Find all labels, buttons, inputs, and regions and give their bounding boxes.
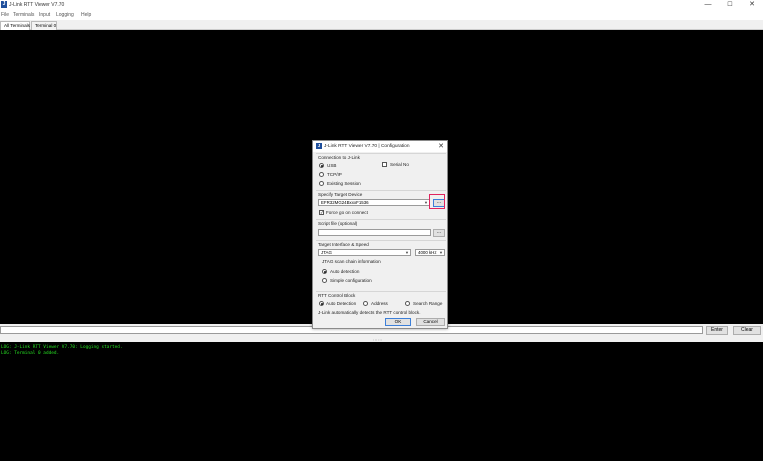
chevron-down-icon: ▼: [424, 200, 428, 205]
menu-input[interactable]: Input: [39, 12, 50, 18]
interface-speed-heading: Target Interface & Speed: [318, 242, 369, 247]
tab-all-terminals[interactable]: All Terminals: [0, 21, 30, 30]
target-device-group: Specify Target Device EFR32MG24BxxxF1536…: [316, 190, 446, 218]
chevron-down-icon: ▼: [405, 250, 409, 255]
serial-no-label: Serial No: [390, 162, 409, 167]
script-file-input[interactable]: [318, 229, 431, 236]
jlink-app-icon: J: [1, 1, 7, 8]
interface-value: JTAG: [321, 250, 332, 255]
cancel-button[interactable]: Cancel: [416, 318, 445, 326]
minimize-button[interactable]: —: [697, 0, 719, 11]
interface-speed-group: Target Interface & Speed JTAG ▼ 4000 kHz…: [316, 240, 446, 290]
menu-help[interactable]: Help: [81, 12, 91, 18]
close-button[interactable]: ✕: [741, 0, 763, 11]
rtt-search-range-radio[interactable]: [405, 301, 410, 306]
terminal-tab-bar: All Terminals Terminal 0: [0, 20, 763, 30]
tcpip-radio[interactable]: [319, 172, 324, 177]
log-line: LOG: J-Link RTT Viewer V7.70: Logging st…: [1, 345, 123, 350]
force-go-checkbox[interactable]: ✓: [319, 210, 324, 215]
rtt-address-label: Address: [371, 301, 388, 306]
interface-combo[interactable]: JTAG ▼: [318, 249, 411, 256]
browse-script-button[interactable]: ...: [433, 229, 445, 237]
serial-no-checkbox[interactable]: [382, 162, 387, 167]
menu-bar: File Terminals Input Logging Help: [0, 11, 763, 19]
menu-terminals[interactable]: Terminals: [13, 12, 34, 18]
script-file-heading: Script file (optional): [318, 221, 358, 226]
highlight-marker: [429, 194, 445, 209]
simple-configuration-label: Simple configuration: [330, 278, 372, 283]
script-file-group: Script file (optional) ...: [316, 219, 446, 239]
configuration-dialog: J J-Link RTT Viewer V7.70 | Configuratio…: [312, 140, 448, 329]
clear-button[interactable]: Clear: [733, 326, 761, 335]
log-pane[interactable]: LOG: J-Link RTT Viewer V7.70: Logging st…: [0, 342, 763, 461]
speed-value: 4000 kHz: [418, 250, 437, 255]
auto-detection-label: Auto detection: [330, 269, 360, 274]
rtt-auto-detection-radio[interactable]: [319, 301, 324, 306]
usb-label: USB: [327, 163, 337, 168]
ok-button[interactable]: OK: [385, 318, 411, 326]
dialog-close-icon[interactable]: ✕: [438, 142, 444, 150]
menu-file[interactable]: File: [1, 12, 9, 18]
scan-chain-heading: JTAG scan chain information: [322, 259, 381, 264]
maximize-button[interactable]: ☐: [719, 0, 741, 11]
tab-terminal-0[interactable]: Terminal 0: [31, 21, 57, 30]
rtt-note: J-Link automatically detects the RTT con…: [318, 310, 421, 315]
rtt-search-range-label: Search Range: [413, 301, 443, 306]
menu-logging[interactable]: Logging: [56, 12, 74, 18]
rtt-auto-detection-label: Auto Detection: [326, 301, 357, 306]
connection-group: Connection to J-Link USB Serial No TCP/I…: [316, 153, 446, 189]
target-device-combo[interactable]: EFR32MG24BxxxF1536 ▼: [318, 199, 430, 206]
target-device-heading: Specify Target Device: [318, 192, 363, 197]
existing-session-label: Existing Session: [327, 181, 361, 186]
speed-combo[interactable]: 4000 kHz ▼: [415, 249, 445, 256]
usb-radio[interactable]: [319, 163, 324, 168]
simple-configuration-radio[interactable]: [322, 278, 327, 283]
rtt-control-block-group: RTT Control Block Auto Detection Address…: [316, 291, 446, 317]
dialog-title: J-Link RTT Viewer V7.70 | Configuration: [324, 144, 410, 149]
chevron-down-icon: ▼: [439, 250, 443, 255]
connection-heading: Connection to J-Link: [318, 155, 360, 160]
force-go-label: Force go on connect: [326, 210, 368, 215]
title-bar: J J-Link RTT Viewer V7.70 — ☐ ✕: [0, 0, 763, 11]
rtt-address-radio[interactable]: [363, 301, 368, 306]
tcpip-label: TCP/IP: [327, 172, 342, 177]
jlink-dialog-icon: J: [316, 143, 322, 149]
window-title: J-Link RTT Viewer V7.70: [9, 2, 65, 8]
dialog-title-bar: J J-Link RTT Viewer V7.70 | Configuratio…: [313, 141, 447, 152]
log-line: LOG: Terminal 0 added.: [1, 351, 60, 356]
target-device-value: EFR32MG24BxxxF1536: [321, 200, 369, 205]
enter-button[interactable]: Enter: [706, 326, 728, 335]
auto-detection-radio[interactable]: [322, 269, 327, 274]
rtt-control-block-heading: RTT Control Block: [318, 293, 356, 298]
existing-session-radio[interactable]: [319, 181, 324, 186]
